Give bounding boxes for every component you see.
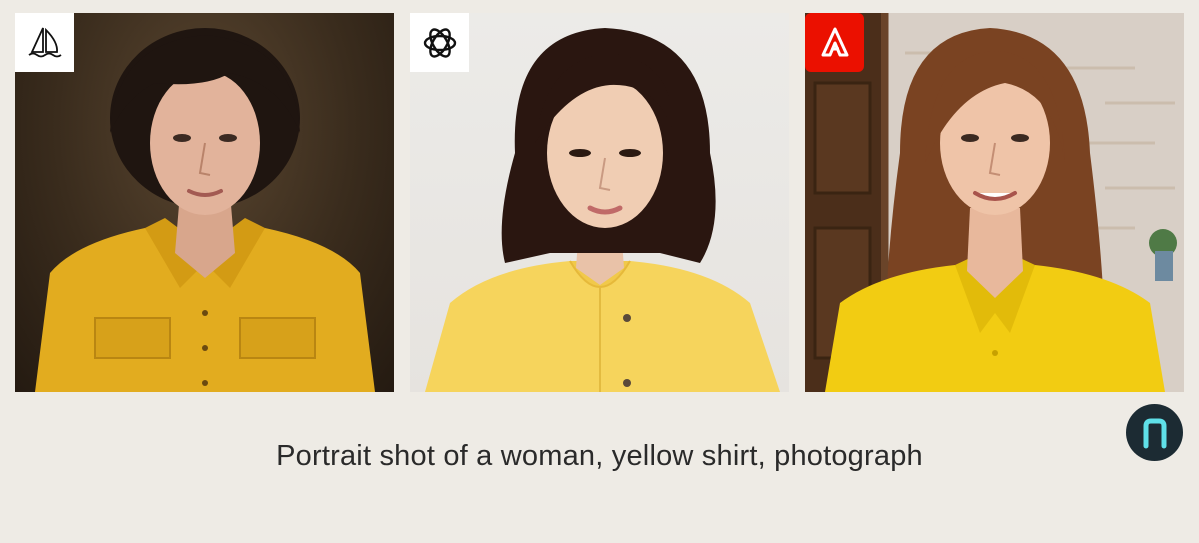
portrait-image-openai xyxy=(410,13,789,392)
image-caption: Portrait shot of a woman, yellow shirt, … xyxy=(276,440,923,472)
portrait-image-midjourney xyxy=(15,13,394,392)
openai-knot-icon xyxy=(423,27,456,58)
adobe-firefly-logo-badge xyxy=(805,13,864,72)
adobe-firefly-icon xyxy=(821,27,848,56)
midjourney-sailboat-icon xyxy=(27,27,62,57)
portrait-image-adobe-firefly xyxy=(805,13,1184,392)
midjourney-logo-badge xyxy=(15,13,74,72)
openai-logo-badge xyxy=(410,13,469,72)
corner-logo xyxy=(1126,404,1183,461)
n-monogram-icon xyxy=(1143,418,1166,448)
